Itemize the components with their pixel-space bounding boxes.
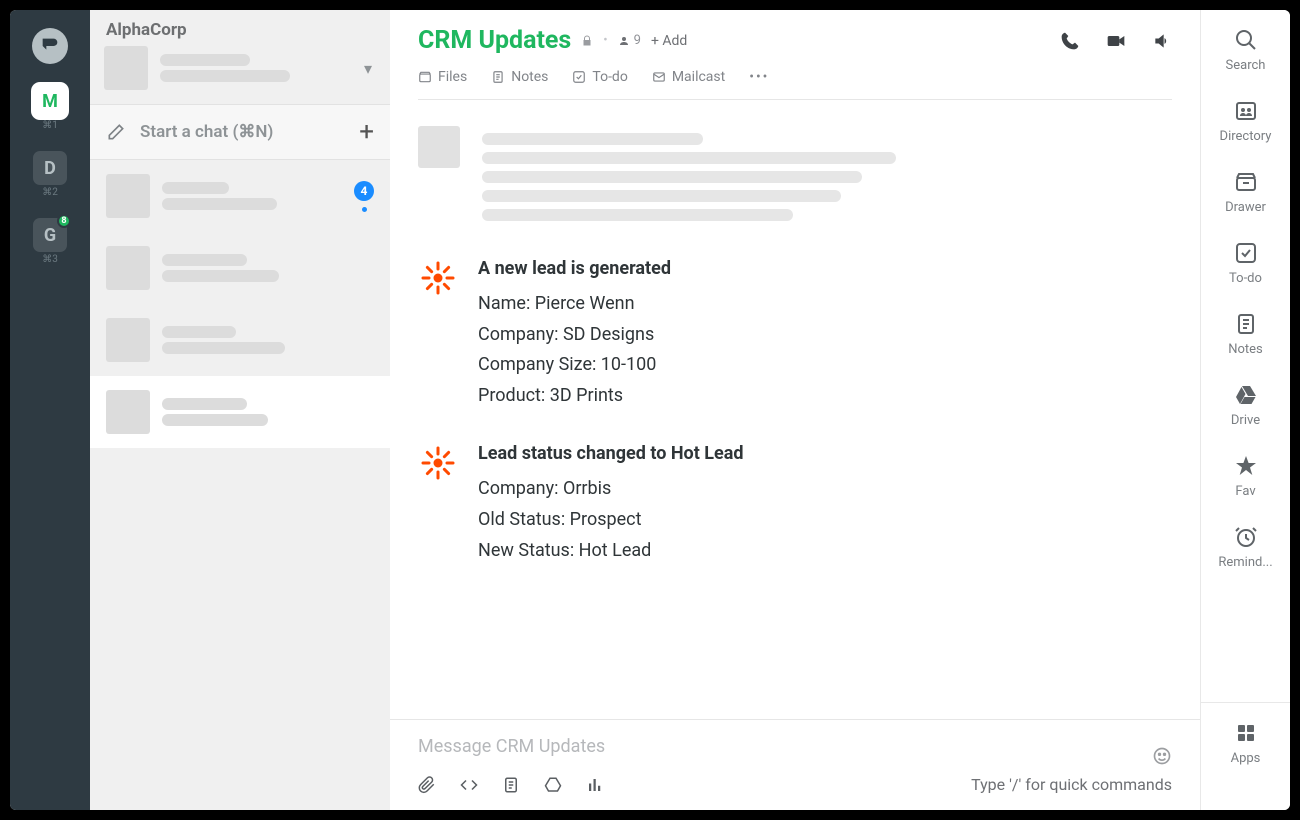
presence-dot [362,207,367,212]
chat-row[interactable]: 4 [90,160,390,232]
chat-title[interactable]: CRM Updates [418,26,571,55]
lock-icon [581,35,593,47]
attach-icon[interactable] [418,776,436,794]
avatar [106,246,150,290]
message-title: A new lead is generated [478,258,671,279]
compose-icon [106,122,126,142]
workspace-badge[interactable]: D [33,151,67,185]
chat-row[interactable] [90,232,390,304]
rail-search[interactable]: Search [1201,28,1290,73]
message-line: New Status: Hot Lead [478,536,744,567]
workspace-shortcut: ⌘1 [42,120,58,131]
org-name[interactable]: AlphaCorp [106,20,374,40]
workspace-badge[interactable]: G 8 [33,218,67,252]
right-rail: Search Directory Drawer To-do Notes Driv… [1200,10,1290,810]
header-tabs: Files Notes To-do Mailcast ••• [418,69,1172,85]
composer-input[interactable]: Message CRM Updates [418,736,605,757]
zapier-icon [418,258,458,298]
avatar [106,390,150,434]
avatar [106,318,150,362]
rail-fav[interactable]: Fav [1201,454,1290,499]
message-item: A new lead is generated Name: Pierce Wen… [418,258,1172,411]
rail-todo[interactable]: To-do [1201,241,1290,286]
chat-list: 4 [90,160,390,810]
workspace-item[interactable]: M ⌘1 [33,84,67,131]
tab-todo[interactable]: To-do [572,69,627,85]
message-feed: A new lead is generated Name: Pierce Wen… [390,100,1200,719]
drive-icon[interactable] [544,776,562,794]
message-line: Name: Pierce Wenn [478,289,671,320]
profile-row[interactable]: ▾ [90,40,390,104]
avatar [104,46,148,90]
volume-icon[interactable] [1152,31,1172,51]
rail-drive[interactable]: Drive [1201,383,1290,428]
video-icon[interactable] [1106,31,1126,51]
rail-directory[interactable]: Directory [1201,99,1290,144]
start-chat-label: Start a chat (⌘N) [140,122,359,142]
people-count[interactable]: 9 [603,33,641,48]
message-line: Product: 3D Prints [478,381,671,412]
message-line: Company: Orrbis [478,474,744,505]
more-icon[interactable]: ••• [749,69,769,85]
workspace-item[interactable]: D ⌘2 [33,151,67,198]
tab-notes[interactable]: Notes [491,69,548,85]
notification-badge: 8 [57,214,71,228]
sidebar: AlphaCorp ▾ Start a chat (⌘N) + 4 [90,10,390,810]
workspace-rail: M ⌘1 D ⌘2 G 8 ⌘3 [10,10,90,810]
poll-icon[interactable] [586,776,604,794]
workspace-item[interactable]: G 8 ⌘3 [33,218,67,265]
rail-notes[interactable]: Notes [1201,312,1290,357]
message-item: Lead status changed to Hot Lead Company:… [418,443,1172,566]
chat-row[interactable] [90,304,390,376]
rail-apps[interactable]: Apps [1201,702,1290,784]
message-line: Old Status: Prospect [478,505,744,536]
chevron-down-icon[interactable]: ▾ [360,59,376,78]
composer-hint: Type '/' for quick commands [971,775,1172,794]
unread-badge: 4 [354,181,374,201]
start-chat-row[interactable]: Start a chat (⌘N) + [90,104,390,160]
emoji-icon[interactable] [1152,746,1172,766]
rail-reminder[interactable]: Remind... [1201,525,1290,570]
phone-icon[interactable] [1060,31,1080,51]
chat-header: CRM Updates 9 + Add Files Notes To-do Ma… [390,10,1200,100]
org-row: AlphaCorp [90,10,390,40]
workspace-badge[interactable]: M [33,84,67,118]
main-panel: CRM Updates 9 + Add Files Notes To-do Ma… [390,10,1200,810]
tab-mailcast[interactable]: Mailcast [652,69,725,85]
message-placeholder [418,126,1172,228]
plus-icon[interactable]: + [359,117,374,147]
message-title: Lead status changed to Hot Lead [478,443,744,464]
rail-drawer[interactable]: Drawer [1201,170,1290,215]
avatar [106,174,150,218]
app-shell: M ⌘1 D ⌘2 G 8 ⌘3 AlphaCorp ▾ Start a cha… [10,10,1290,810]
composer: Message CRM Updates Type '/' for quick c… [390,719,1200,810]
zapier-icon [418,443,458,483]
add-people-button[interactable]: + Add [651,33,687,49]
workspace-shortcut: ⌘3 [42,254,58,265]
message-line: Company: SD Designs [478,320,671,351]
message-line: Company Size: 10-100 [478,350,671,381]
app-logo[interactable] [32,28,68,64]
chat-row-active[interactable] [90,376,390,448]
document-icon[interactable] [502,776,520,794]
code-icon[interactable] [460,776,478,794]
tab-files[interactable]: Files [418,69,467,85]
workspace-shortcut: ⌘2 [42,187,58,198]
